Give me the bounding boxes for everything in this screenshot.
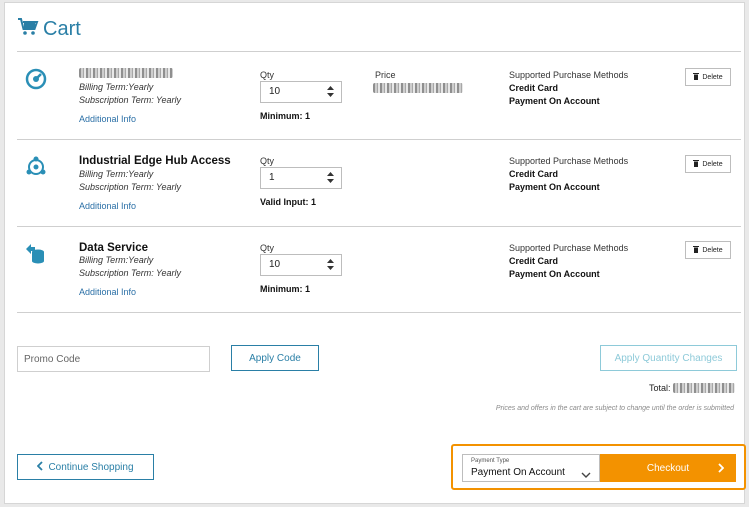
checkout-button[interactable]: Checkout xyxy=(600,454,736,482)
method-credit-card: Credit Card xyxy=(509,169,559,179)
additional-info-link[interactable]: Additional Info xyxy=(79,114,136,124)
method-payment-on-account: Payment On Account xyxy=(509,96,600,106)
subscription-term: Subscription Term: Yearly xyxy=(79,95,182,105)
payment-type-label: Payment Type xyxy=(471,458,510,464)
methods-label: Supported Purchase Methods xyxy=(509,243,629,253)
total-label: Total: xyxy=(649,383,671,393)
quantity-input[interactable]: 10 xyxy=(260,254,342,276)
methods-label: Supported Purchase Methods xyxy=(509,70,629,80)
qty-note: Valid Input: 1 xyxy=(260,197,317,207)
divider xyxy=(17,51,741,52)
delete-button[interactable]: Delete xyxy=(685,68,731,86)
delete-button[interactable]: Delete xyxy=(685,241,731,259)
methods-label: Supported Purchase Methods xyxy=(509,156,629,166)
divider xyxy=(17,139,741,140)
trash-icon xyxy=(693,72,700,82)
trash-icon xyxy=(693,159,700,169)
hub-network-icon xyxy=(24,154,48,178)
qty-note: Minimum: 1 xyxy=(260,111,311,121)
stepper-icon[interactable] xyxy=(327,259,334,273)
subscription-term: Subscription Term: Yearly xyxy=(79,182,182,192)
price-label: Price xyxy=(375,70,396,80)
dashboard-gauge-icon xyxy=(24,67,48,91)
apply-code-button[interactable]: Apply Code xyxy=(231,345,319,371)
item-name: Data Service xyxy=(79,242,149,254)
method-credit-card: Credit Card xyxy=(509,256,559,266)
stepper-icon[interactable] xyxy=(327,172,334,186)
item-name-redacted xyxy=(79,68,173,78)
shopping-cart-icon xyxy=(17,17,39,42)
quantity-value: 10 xyxy=(269,86,281,97)
additional-info-link[interactable]: Additional Info xyxy=(79,201,136,211)
item-name: Industrial Edge Hub Access xyxy=(79,155,231,167)
page-title: Cart xyxy=(43,18,81,40)
total-value-redacted xyxy=(672,383,735,393)
divider xyxy=(17,226,741,227)
qty-note: Minimum: 1 xyxy=(260,284,311,294)
additional-info-link[interactable]: Additional Info xyxy=(79,287,136,297)
continue-shopping-button[interactable]: Continue Shopping xyxy=(17,454,154,480)
payment-type-select[interactable]: Payment Type Payment On Account xyxy=(462,454,600,482)
cart-header: Cart xyxy=(17,17,81,42)
quantity-value: 1 xyxy=(269,172,275,183)
quantity-value: 10 xyxy=(269,259,281,270)
billing-term: Billing Term:Yearly xyxy=(79,255,154,265)
chevron-left-icon xyxy=(37,460,44,474)
qty-label: Qty xyxy=(260,156,275,166)
chevron-down-icon xyxy=(581,465,591,483)
qty-label: Qty xyxy=(260,243,275,253)
quantity-input[interactable]: 1 xyxy=(260,167,342,189)
promo-code-input[interactable]: Promo Code xyxy=(17,346,210,372)
method-credit-card: Credit Card xyxy=(509,83,559,93)
stepper-icon[interactable] xyxy=(327,86,334,100)
price-redacted xyxy=(373,83,463,93)
apply-quantity-changes-button[interactable]: Apply Quantity Changes xyxy=(600,345,737,371)
method-payment-on-account: Payment On Account xyxy=(509,182,600,192)
payment-type-value: Payment On Account xyxy=(471,467,565,478)
chevron-right-icon xyxy=(718,463,725,476)
delete-button[interactable]: Delete xyxy=(685,155,731,173)
price-disclaimer: Prices and offers in the cart are subjec… xyxy=(495,405,734,412)
subscription-term: Subscription Term: Yearly xyxy=(79,268,182,278)
quantity-input[interactable]: 10 xyxy=(260,81,342,103)
database-icon xyxy=(24,241,48,265)
qty-label: Qty xyxy=(260,70,275,80)
billing-term: Billing Term:Yearly xyxy=(79,169,154,179)
cart-panel: Cart Billing Term:Yearly Subscription Te… xyxy=(4,2,746,504)
billing-term: Billing Term:Yearly xyxy=(79,82,154,92)
total: Total: xyxy=(649,383,735,393)
method-payment-on-account: Payment On Account xyxy=(509,269,600,279)
trash-icon xyxy=(693,245,700,255)
divider xyxy=(17,312,741,313)
